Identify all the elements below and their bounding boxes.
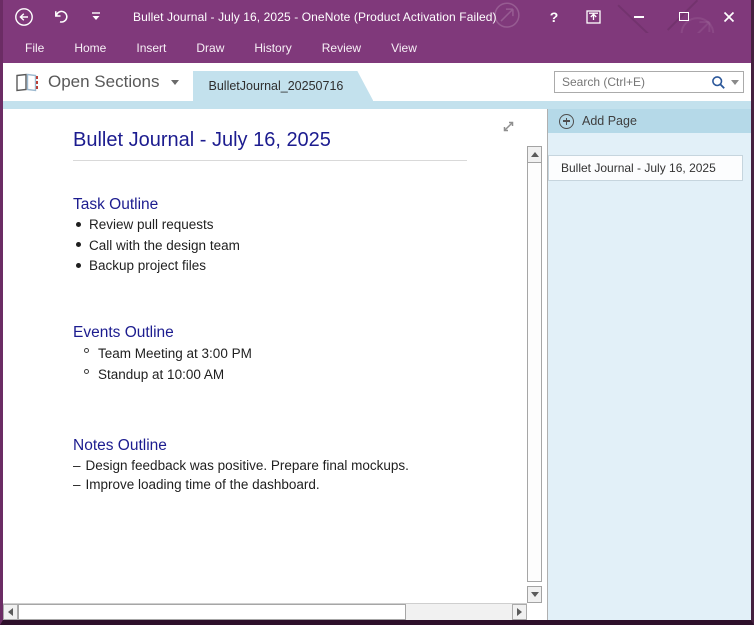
tab-review[interactable]: Review [322, 35, 361, 61]
section-tab[interactable]: BulletJournal_20250716 [193, 71, 374, 101]
chevron-down-icon [171, 80, 179, 85]
list-item: Review pull requests [73, 215, 507, 236]
add-page-label: Add Page [582, 114, 637, 128]
tab-insert[interactable]: Insert [136, 35, 166, 61]
search-input[interactable] [562, 75, 711, 89]
search-scope-chevron-icon[interactable] [731, 80, 739, 85]
main-area: Bullet Journal - July 16, 2025 Task Outl… [3, 109, 751, 620]
arrow-right-icon [517, 608, 522, 616]
add-page-button[interactable]: Add Page [548, 109, 751, 133]
canvas-column: Bullet Journal - July 16, 2025 Task Outl… [3, 109, 527, 620]
list-item: Backup project files [73, 256, 507, 277]
scroll-up-button[interactable] [527, 146, 542, 163]
minimize-icon [634, 16, 644, 18]
outline-section-notes: Notes Outline –Design feedback was posit… [73, 435, 507, 495]
section-tab-label: BulletJournal_20250716 [209, 79, 344, 93]
scroll-left-button[interactable] [3, 604, 18, 620]
window-controls: ? [537, 0, 751, 33]
tab-file[interactable]: File [25, 35, 44, 61]
list-item: –Design feedback was positive. Prepare f… [73, 456, 507, 476]
quick-access-toolbar [3, 6, 107, 28]
title-divider [73, 160, 467, 161]
outline-section-tasks: Task Outline Review pull requests Call w… [73, 194, 507, 277]
titlebar: Bullet Journal - July 16, 2025 - OneNote… [3, 0, 751, 33]
section-bar: Open Sections BulletJournal_20250716 [3, 63, 751, 101]
page-canvas[interactable]: Bullet Journal - July 16, 2025 Task Outl… [3, 109, 527, 603]
plus-circle-icon [559, 114, 574, 129]
arrow-up-icon [531, 152, 539, 157]
dash-bullet-icon: – [73, 456, 81, 476]
outline-heading: Events Outline [73, 322, 507, 343]
bullet-disc-icon [76, 263, 81, 268]
back-button[interactable] [13, 6, 35, 28]
ribbon-display-options-icon [586, 10, 601, 24]
section-color-strip [3, 101, 751, 109]
customize-quick-access-button[interactable] [85, 6, 107, 28]
search-box [554, 71, 744, 93]
search-icon[interactable] [711, 75, 726, 90]
scroll-down-button[interactable] [527, 586, 542, 603]
minimize-button[interactable] [616, 0, 661, 33]
scrollbar-top-gap [527, 109, 542, 146]
bullet-circle-icon [84, 369, 89, 374]
ribbon-tab-bar: File Home Insert Draw History Review Vie… [3, 33, 751, 63]
scroll-right-button[interactable] [512, 604, 527, 620]
dash-bullet-icon: – [73, 475, 81, 495]
bullet-circle-icon [84, 348, 89, 353]
vertical-scrollbar[interactable] [527, 109, 542, 620]
horizontal-scroll-thumb[interactable] [18, 604, 406, 620]
help-button[interactable]: ? [537, 0, 571, 33]
page-title: Bullet Journal - July 16, 2025 [73, 127, 507, 153]
list-item: Team Meeting at 3:00 PM [73, 343, 507, 364]
tab-history[interactable]: History [254, 35, 291, 61]
notebook-icon [15, 73, 39, 92]
chevron-down-icon [91, 12, 101, 21]
maximize-icon [679, 12, 689, 21]
list-item: Call with the design team [73, 236, 507, 257]
maximize-button[interactable] [661, 0, 706, 33]
tab-home[interactable]: Home [74, 35, 106, 61]
horizontal-scrollbar[interactable] [3, 603, 527, 620]
list-item: Standup at 10:00 AM [73, 364, 507, 385]
arrow-left-icon [8, 608, 13, 616]
bullet-disc-icon [76, 222, 81, 227]
page-list-item[interactable]: Bullet Journal - July 16, 2025 [548, 155, 743, 181]
outline-heading: Notes Outline [73, 435, 507, 456]
onenote-window: Bullet Journal - July 16, 2025 - OneNote… [0, 0, 754, 625]
undo-button[interactable] [49, 6, 71, 28]
window-title: Bullet Journal - July 16, 2025 - OneNote… [133, 10, 497, 24]
diagonal-resize-icon [501, 119, 516, 134]
tab-draw[interactable]: Draw [196, 35, 224, 61]
horizontal-scroll-track[interactable] [406, 604, 512, 620]
bullet-disc-icon [76, 242, 81, 247]
arrow-down-icon [531, 592, 539, 597]
expand-page-button[interactable] [501, 119, 519, 137]
list-item: –Improve loading time of the dashboard. [73, 475, 507, 495]
undo-icon [52, 8, 69, 25]
outline-heading: Task Outline [73, 194, 507, 215]
tab-view[interactable]: View [391, 35, 417, 61]
open-sections-label: Open Sections [48, 72, 160, 92]
vertical-scroll-thumb[interactable] [527, 163, 542, 582]
ribbon-display-options-button[interactable] [571, 0, 616, 33]
open-sections-button[interactable]: Open Sections [3, 63, 179, 101]
page-panel: Add Page Bullet Journal - July 16, 2025 [548, 109, 751, 620]
back-arrow-icon [14, 7, 34, 27]
close-button[interactable] [706, 0, 751, 33]
outline-section-events: Events Outline Team Meeting at 3:00 PM S… [73, 322, 507, 385]
close-icon [723, 11, 735, 23]
